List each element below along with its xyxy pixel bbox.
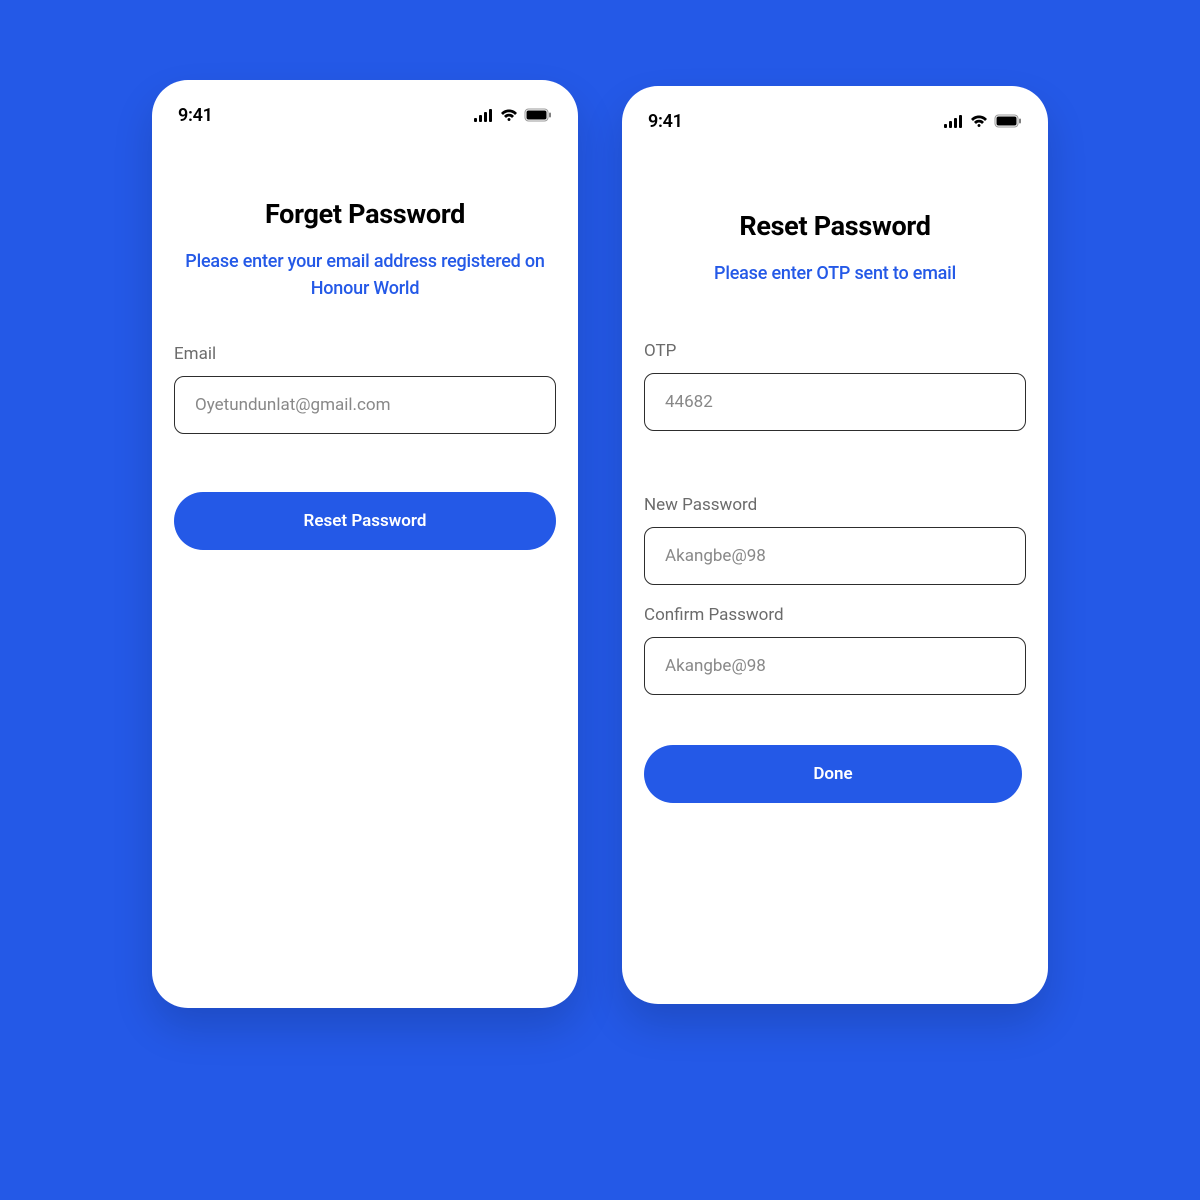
status-icons (474, 108, 552, 122)
reset-password-content: Reset Password Please enter OTP sent to … (644, 210, 1026, 803)
otp-label: OTP (644, 341, 1026, 361)
done-button[interactable]: Done (644, 745, 1022, 803)
status-bar: 9:41 (174, 102, 556, 126)
confirm-password-block: Confirm Password (644, 605, 1026, 695)
confirm-password-input[interactable] (644, 637, 1026, 695)
otp-block: OTP (644, 341, 1026, 431)
wifi-icon (970, 114, 988, 128)
reset-password-button[interactable]: Reset Password (174, 492, 556, 550)
new-password-input[interactable] (644, 527, 1026, 585)
confirm-password-label: Confirm Password (644, 605, 1026, 625)
new-password-block: New Password (644, 495, 1026, 585)
page-title: Forget Password (174, 198, 556, 230)
signal-icon (474, 108, 494, 122)
otp-field-group: OTP New Password Confirm Password (644, 341, 1026, 695)
email-label: Email (174, 344, 556, 364)
wifi-icon (500, 108, 518, 122)
status-icons (944, 114, 1022, 128)
forget-password-content: Forget Password Please enter your email … (174, 198, 556, 550)
status-bar: 9:41 (644, 108, 1026, 132)
battery-icon (524, 108, 552, 122)
battery-icon (994, 114, 1022, 128)
status-time: 9:41 (648, 111, 683, 132)
email-field-group: Email (174, 344, 556, 434)
new-password-label: New Password (644, 495, 1026, 515)
phone-reset-password: 9:41 Reset Password Please enter OTP sen… (622, 86, 1048, 1004)
page-title: Reset Password (644, 210, 1026, 242)
otp-input[interactable] (644, 373, 1026, 431)
email-input[interactable] (174, 376, 556, 434)
phone-forget-password: 9:41 Forget Password Please enter your e… (152, 80, 578, 1008)
signal-icon (944, 114, 964, 128)
status-time: 9:41 (178, 105, 213, 126)
page-subtitle: Please enter your email address register… (174, 248, 556, 302)
page-subtitle: Please enter OTP sent to email (644, 260, 1026, 287)
